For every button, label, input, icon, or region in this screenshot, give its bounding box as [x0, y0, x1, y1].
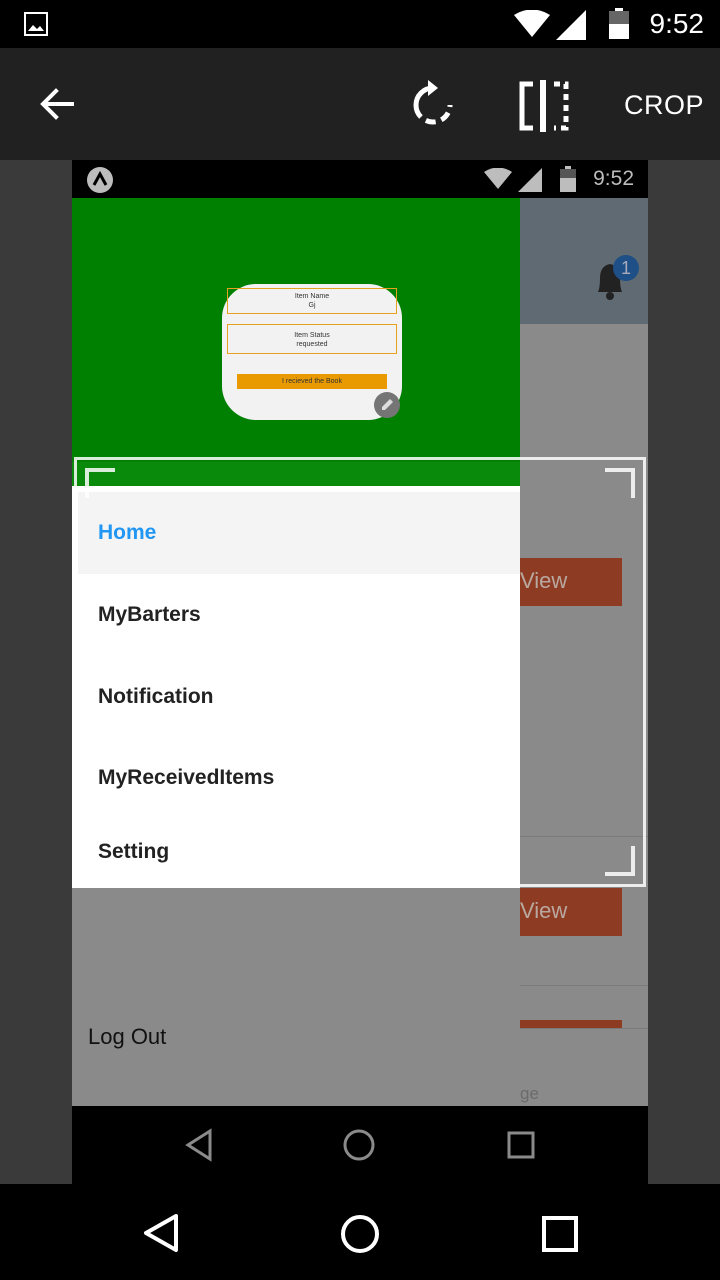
crop-handle-bottom-right[interactable] [605, 846, 635, 876]
inner-wifi-icon [484, 168, 512, 189]
crop-handle-top-left[interactable] [85, 468, 115, 498]
crop-handle-top-right[interactable] [605, 468, 635, 498]
item-status-value: requested [296, 341, 328, 348]
crop-toolbar: CROP [0, 48, 720, 160]
drawer-header: Item Name Gj Item Status requested I rec… [72, 198, 520, 486]
battery-icon [609, 8, 629, 39]
background-divider-3 [520, 1028, 648, 1029]
nav-bar [0, 1184, 720, 1280]
background-view-button-3 [520, 1020, 622, 1028]
inner-nav-bar [72, 1106, 648, 1184]
inner-signal-icon [518, 168, 542, 192]
drawer-footer [72, 888, 520, 1106]
inner-recents-icon [507, 1131, 535, 1159]
cell-signal-icon [556, 10, 586, 40]
background-page-text: ge [520, 1084, 539, 1103]
inner-battery-icon [560, 166, 576, 192]
item-status-field: Item Status requested [227, 324, 397, 354]
inner-back-icon [185, 1128, 212, 1162]
inner-home-icon [343, 1129, 375, 1161]
flip-icon[interactable] [518, 80, 570, 132]
crop-button[interactable]: CROP [624, 90, 704, 121]
nav-back-icon[interactable] [140, 1212, 182, 1254]
notification-badge: 1 [613, 255, 639, 281]
status-time: 9:52 [649, 8, 705, 39]
background-divider-2 [520, 985, 648, 986]
crop-frame[interactable] [74, 457, 646, 887]
background-header: 1 [520, 198, 648, 324]
nav-recents-icon[interactable] [540, 1214, 580, 1254]
item-status-label: Item Status [294, 332, 330, 339]
item-name-value: Gj [308, 302, 316, 309]
item-name-field: Item Name Gj [227, 288, 397, 314]
inner-status-bar: 9:52 [72, 160, 648, 198]
item-name-label: Item Name [294, 293, 330, 300]
background-view-button-2: View [520, 888, 622, 936]
status-bar: 9:52 [0, 0, 720, 48]
wifi-icon [514, 10, 550, 37]
app-logo-icon [87, 167, 113, 193]
rotate-icon[interactable] [408, 78, 458, 132]
inner-status-time: 9:52 [593, 167, 634, 190]
gallery-notification-icon [24, 12, 48, 36]
item-card: Item Name Gj Item Status requested I rec… [222, 284, 402, 420]
logout-button[interactable]: Log Out [88, 1024, 166, 1050]
received-book-button[interactable]: I recieved the Book [237, 374, 387, 389]
edit-pencil-icon[interactable] [374, 392, 400, 418]
back-arrow-icon[interactable] [38, 86, 74, 122]
nav-home-icon[interactable] [338, 1212, 382, 1256]
